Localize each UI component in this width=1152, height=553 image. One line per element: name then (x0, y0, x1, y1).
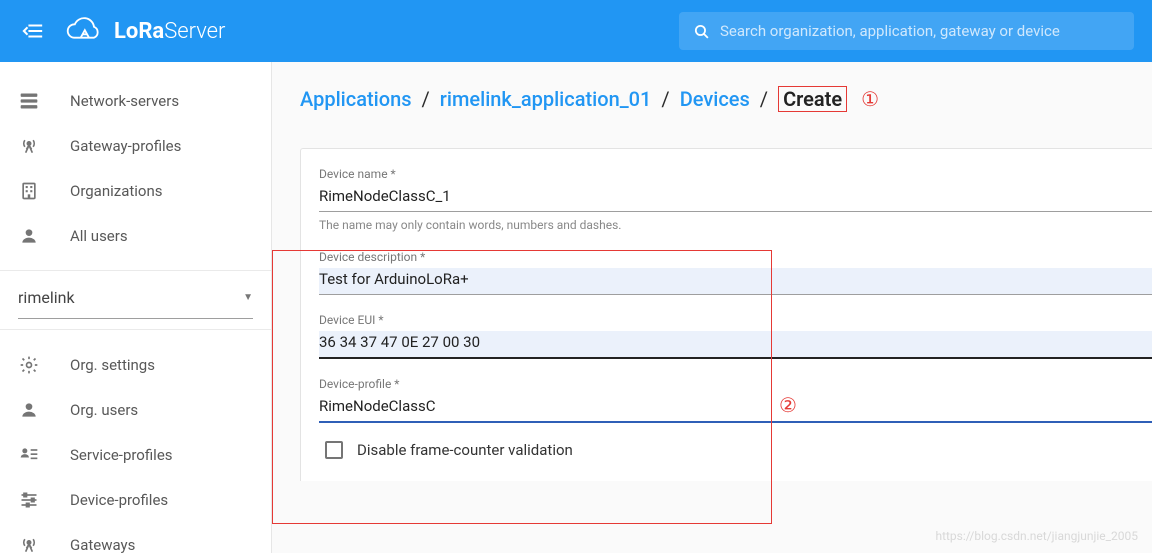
people-list-icon (18, 444, 40, 466)
device-profile-label: Device-profile * (319, 377, 1152, 391)
device-form-card: Device name * The name may only contain … (300, 148, 1152, 481)
field-device-eui: Device EUI * (319, 313, 1152, 359)
main-content: Applications / rimelink_application_01 /… (272, 62, 1152, 553)
device-description-input[interactable] (319, 268, 1152, 295)
logo-text: LoRaServer (114, 19, 225, 44)
disable-fcnt-label: Disable frame-counter validation (357, 441, 573, 459)
sliders-icon (18, 489, 40, 511)
sidebar-item-org-settings[interactable]: Org. settings (0, 342, 271, 387)
watermark: https://blog.csdn.net/jiangjunjie_2005 (935, 529, 1138, 543)
breadcrumb-link-application-name[interactable]: rimelink_application_01 (440, 87, 652, 111)
sidebar-item-service-profiles[interactable]: Service-profiles (0, 432, 271, 477)
disable-fcnt-checkbox[interactable] (325, 441, 343, 459)
annotation-1: ① (861, 87, 879, 111)
sidebar-item-org-users[interactable]: Org. users (0, 387, 271, 432)
device-profile-input[interactable] (319, 395, 1152, 423)
sidebar-item-label: Service-profiles (70, 446, 173, 464)
sidebar-item-label: Org. settings (70, 356, 155, 374)
breadcrumb-link-devices[interactable]: Devices (680, 87, 750, 111)
person-icon (18, 225, 40, 247)
annotation-2: ② (779, 393, 797, 417)
breadcrumb-current: Create (778, 86, 847, 112)
breadcrumb-sep: / (661, 87, 669, 111)
menu-toggle-button[interactable] (18, 16, 48, 46)
breadcrumb-sep: / (760, 87, 768, 111)
device-description-label: Device description * (319, 250, 1152, 264)
org-selector-value: rimelink (18, 288, 75, 307)
sidebar-item-network-servers[interactable]: Network-servers (0, 78, 271, 123)
search-icon (693, 23, 710, 40)
sidebar-item-label: Gateways (70, 536, 135, 553)
field-device-name: Device name * The name may only contain … (319, 167, 1152, 232)
device-eui-label: Device EUI * (319, 313, 1152, 327)
chevron-down-icon: ▼ (243, 292, 253, 303)
breadcrumb: Applications / rimelink_application_01 /… (300, 86, 1152, 112)
breadcrumb-link-applications[interactable]: Applications (300, 87, 412, 111)
sidebar: Network-servers Gateway-profiles Organiz… (0, 62, 272, 553)
field-device-profile: Device-profile * (319, 377, 1152, 423)
person-icon (18, 399, 40, 421)
device-name-input[interactable] (319, 185, 1152, 212)
sidebar-item-all-users[interactable]: All users (0, 213, 271, 258)
sidebar-item-label: Organizations (70, 182, 163, 200)
sidebar-item-device-profiles[interactable]: Device-profiles (0, 477, 271, 522)
logo-text-bold: LoRa (114, 19, 164, 44)
device-eui-input[interactable] (319, 331, 1152, 359)
sidebar-item-label: Gateway-profiles (70, 137, 181, 155)
search-box[interactable] (679, 12, 1134, 50)
sidebar-item-label: Org. users (70, 401, 138, 419)
device-name-hint: The name may only contain words, numbers… (319, 218, 1152, 232)
sidebar-item-gateway-profiles[interactable]: Gateway-profiles (0, 123, 271, 168)
app-header: LoRaServer (0, 0, 1152, 62)
sidebar-item-label: All users (70, 227, 128, 245)
sidebar-item-gateways[interactable]: Gateways (0, 522, 271, 553)
antenna-icon (18, 135, 40, 157)
building-icon (18, 180, 40, 202)
cloud-icon (64, 16, 104, 46)
field-device-description: Device description * (319, 250, 1152, 295)
servers-icon (18, 90, 40, 112)
divider (0, 270, 271, 271)
device-name-label: Device name * (319, 167, 1152, 181)
app-logo: LoRaServer (64, 16, 225, 46)
disable-fcnt-row[interactable]: Disable frame-counter validation (319, 441, 1152, 459)
breadcrumb-sep: / (422, 87, 430, 111)
antenna-icon (18, 534, 40, 553)
org-selector[interactable]: rimelink ▼ (18, 277, 253, 319)
menu-arrow-icon (22, 20, 44, 42)
search-input[interactable] (720, 22, 1120, 40)
gear-icon (18, 354, 40, 376)
sidebar-item-label: Device-profiles (70, 491, 168, 509)
logo-text-light: Server (164, 19, 225, 44)
sidebar-item-organizations[interactable]: Organizations (0, 168, 271, 213)
divider (0, 329, 271, 330)
sidebar-item-label: Network-servers (70, 92, 179, 110)
